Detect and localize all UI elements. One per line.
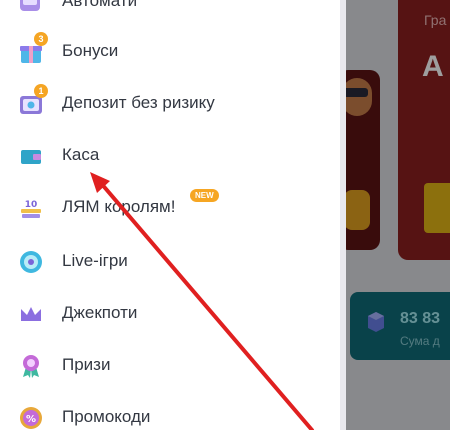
menu-item-label: Джекпоти bbox=[62, 303, 138, 322]
menu-item-live-games[interactable]: Live-ігри bbox=[0, 236, 340, 288]
new-badge: NEW bbox=[190, 189, 219, 202]
svg-text:%: % bbox=[26, 414, 36, 425]
menu-item-promo-codes[interactable]: % Промокоди bbox=[0, 392, 340, 444]
menu-item-label: Депозит без ризику bbox=[62, 93, 215, 112]
menu-item-prizes[interactable]: Призи bbox=[0, 340, 340, 392]
menu-item-label: Промокоди bbox=[62, 407, 151, 426]
deposit-count-badge: 1 bbox=[34, 84, 48, 98]
menu-item-risk-free-deposit[interactable]: 1 Депозит без ризику bbox=[0, 78, 340, 130]
menu-item-label: Live-ігри bbox=[62, 251, 128, 270]
live-chip-icon bbox=[20, 251, 42, 273]
crown-icon bbox=[21, 307, 41, 321]
million-icon: 10 bbox=[21, 200, 41, 218]
wallet-icon bbox=[21, 150, 41, 164]
sidebar-menu: Автомати 3 Бонуси 1 Депозит без ризику К… bbox=[0, 0, 340, 430]
menu-item-label: Автомати bbox=[62, 0, 138, 10]
bonus-count-badge: 3 bbox=[34, 32, 48, 46]
menu-item-label: Каса bbox=[62, 145, 100, 164]
medal-icon bbox=[23, 355, 39, 378]
menu-item-label: Призи bbox=[62, 355, 111, 374]
slot-machine-icon bbox=[20, 0, 40, 11]
menu-item-cashier[interactable]: Каса bbox=[0, 130, 340, 182]
menu-item-jackpots[interactable]: Джекпоти bbox=[0, 288, 340, 340]
menu-item-label: ЛЯМ королям! NEW bbox=[62, 189, 219, 217]
menu-item-label: Бонуси bbox=[62, 41, 119, 60]
menu-item-million-kings[interactable]: 10 ЛЯМ королям! NEW bbox=[0, 182, 340, 234]
promo-code-icon: % bbox=[20, 407, 42, 429]
menu-item-bonuses[interactable]: 3 Бонуси bbox=[0, 26, 340, 78]
menu-item-slots[interactable]: Автомати bbox=[0, 0, 340, 28]
svg-text:10: 10 bbox=[25, 200, 38, 210]
overlay-scrim[interactable] bbox=[346, 0, 450, 430]
